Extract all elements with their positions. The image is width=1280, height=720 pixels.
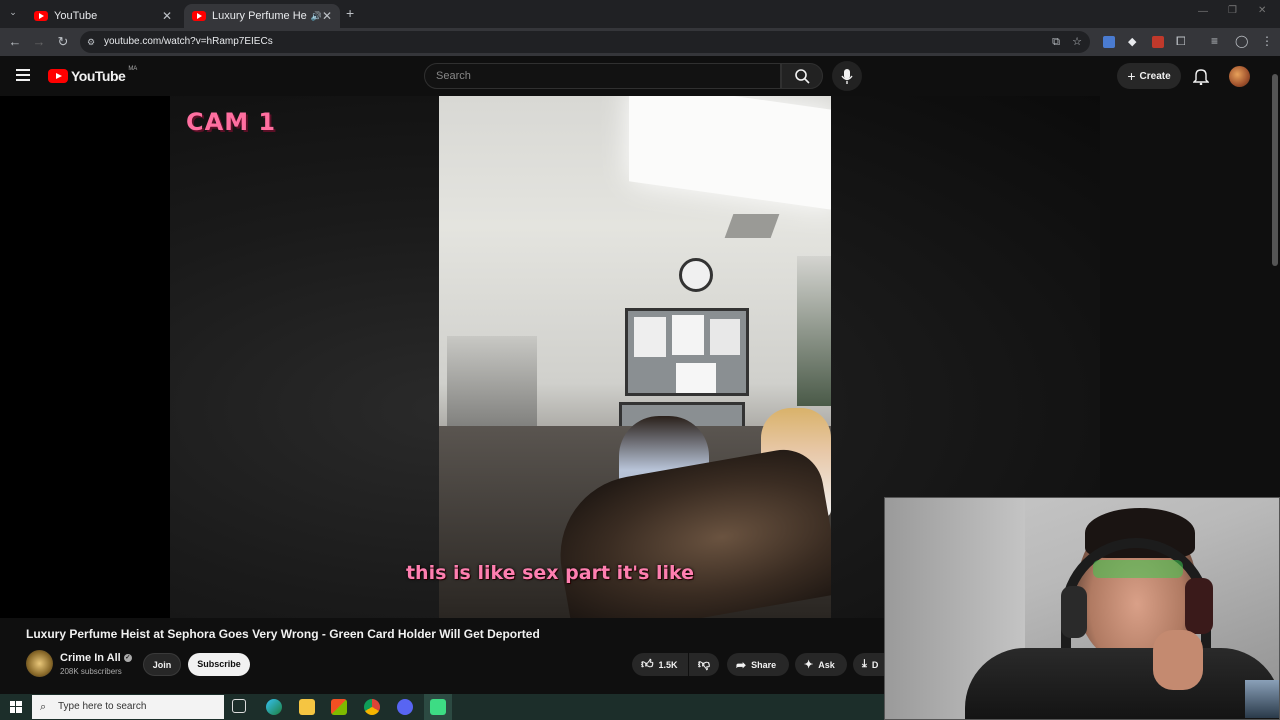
scrollbar-thumb[interactable] <box>1272 74 1278 266</box>
youtube-favicon-icon <box>34 11 48 21</box>
create-label: Create <box>1139 70 1171 82</box>
profile-icon[interactable]: ◯ <box>1235 34 1248 48</box>
subscriber-count: 208K subscribers <box>60 667 122 676</box>
download-icon: ⤓ <box>862 658 867 670</box>
wall-clock <box>679 258 713 292</box>
restore-icon[interactable]: ❐ <box>1228 5 1237 16</box>
share-button[interactable]: ➦ Share <box>727 653 789 676</box>
streamer-body <box>965 648 1279 719</box>
ceiling-vent <box>724 214 780 238</box>
address-bar[interactable]: ⚙ youtube.com/watch?v=hRamp7EIECs ⧉ ☆ <box>80 31 1090 53</box>
youtube-logo[interactable]: YouTube MA <box>48 66 138 84</box>
video-frame <box>439 96 831 618</box>
like-count: 1.5K <box>658 659 678 670</box>
tab-title: YouTube <box>54 10 98 22</box>
close-window-icon[interactable]: ✕ <box>1258 5 1266 16</box>
headphone-ear-right <box>1185 578 1213 634</box>
menu-kebab-icon[interactable]: ⋮ <box>1261 34 1273 48</box>
extensions-puzzle-icon[interactable]: ⧠ <box>1176 34 1186 49</box>
channel-name[interactable]: Crime In All <box>60 652 121 664</box>
windows-start-icon[interactable] <box>10 701 22 713</box>
bookmark-star-icon[interactable]: ☆ <box>1072 31 1082 53</box>
share-arrow-icon: ➦ <box>736 657 747 672</box>
speaker-icon[interactable]: 🔊 <box>311 11 322 22</box>
close-icon[interactable]: ✕ <box>322 9 332 23</box>
webcam-overlay <box>884 497 1280 720</box>
region-code: MA <box>128 66 138 72</box>
sparkle-icon: ✦ <box>804 659 814 671</box>
taskbar-search-input[interactable]: ⌕ Type here to search <box>32 695 224 719</box>
join-button[interactable]: Join <box>143 653 181 676</box>
close-icon[interactable]: ✕ <box>162 9 172 23</box>
tab-title: Luxury Perfume Heist at Sep <box>212 10 307 22</box>
streamer-glasses <box>1093 560 1183 578</box>
thumbs-up-icon: 👍︎ <box>641 657 654 671</box>
dislike-button[interactable]: 👎︎ <box>689 653 719 676</box>
camera-label: CAM 1 <box>186 108 277 136</box>
thumbs-down-icon: 👎︎ <box>697 657 711 671</box>
tab-search-icon[interactable]: ⌄ <box>6 7 20 21</box>
search-icon <box>795 69 810 84</box>
download-label: D <box>871 659 879 670</box>
share-label: Share <box>751 659 777 670</box>
voice-search-button[interactable] <box>832 61 862 91</box>
extension-icon[interactable]: ◆ <box>1128 36 1140 48</box>
back-icon[interactable]: ← <box>6 33 24 51</box>
microphone-icon <box>841 69 853 84</box>
youtube-favicon-icon <box>192 11 206 21</box>
chrome-icon[interactable] <box>364 699 380 715</box>
taskbar-search-placeholder: Type here to search <box>58 701 147 712</box>
new-tab-button[interactable]: + <box>346 5 354 21</box>
channel-avatar[interactable] <box>26 650 53 677</box>
like-button[interactable]: 👍︎ 1.5K <box>632 653 688 676</box>
store-icon[interactable] <box>331 699 347 715</box>
browser-toolbar: ← → ↻ ⚙ youtube.com/watch?v=hRamp7EIECs … <box>0 28 1280 56</box>
media-icon[interactable]: ≡ <box>1211 34 1218 48</box>
channel-name-row[interactable]: Crime In All ✓ <box>60 652 132 664</box>
youtube-play-icon <box>48 69 68 83</box>
youtube-header: YouTube MA Search + Create <box>0 56 1280 96</box>
url-text: youtube.com/watch?v=hRamp7EIECs <box>104 36 273 47</box>
task-view-icon[interactable] <box>232 699 246 713</box>
reload-icon[interactable]: ↻ <box>54 33 72 51</box>
right-shelf <box>797 256 831 406</box>
ceiling-light <box>629 96 831 211</box>
youtube-logo-text: YouTube <box>71 68 126 84</box>
streamer-hand <box>1153 630 1203 690</box>
headphone-ear-left <box>1061 586 1087 638</box>
tab-video[interactable]: Luxury Perfume Heist at Sep 🔊 ✕ <box>184 4 340 28</box>
ask-button[interactable]: ✦ Ask <box>795 653 847 676</box>
forward-icon[interactable]: → <box>30 33 48 51</box>
notifications-bell-icon[interactable] <box>1193 68 1209 85</box>
edge-browser-icon[interactable] <box>266 699 282 715</box>
tab-youtube[interactable]: YouTube ✕ <box>26 4 180 28</box>
page-scrollbar[interactable] <box>1270 60 1280 500</box>
subscribe-button[interactable]: Subscribe <box>188 653 250 676</box>
browser-tab-bar: ⌄ YouTube ✕ Luxury Perfume Heist at Sep … <box>0 0 1280 28</box>
search-icon: ⌕ <box>40 701 47 713</box>
video-title: Luxury Perfume Heist at Sephora Goes Ver… <box>26 627 540 641</box>
install-icon[interactable]: ⧉ <box>1052 31 1060 53</box>
search-button[interactable] <box>781 63 823 89</box>
windows-taskbar: ⌕ Type here to search <box>0 694 884 720</box>
extension-red-icon[interactable] <box>1152 36 1164 48</box>
minimize-icon[interactable]: — <box>1198 6 1208 17</box>
site-info-icon[interactable]: ⚙ <box>87 31 95 53</box>
translate-extension-icon[interactable] <box>1103 36 1115 48</box>
discord-icon[interactable] <box>397 699 413 715</box>
account-avatar[interactable] <box>1229 66 1250 87</box>
hamburger-menu-icon[interactable] <box>16 69 30 81</box>
create-button[interactable]: + Create <box>1117 63 1181 89</box>
verified-check-icon: ✓ <box>123 654 132 663</box>
plus-icon: + <box>1127 68 1136 84</box>
bulletin-board <box>625 308 749 396</box>
active-app-icon[interactable] <box>430 699 446 715</box>
corner-thumbnail <box>1245 680 1279 718</box>
download-button[interactable]: ⤓ D <box>853 653 884 676</box>
file-explorer-icon[interactable] <box>299 699 315 715</box>
search-input[interactable]: Search <box>424 63 781 89</box>
ask-label: Ask <box>818 659 835 670</box>
